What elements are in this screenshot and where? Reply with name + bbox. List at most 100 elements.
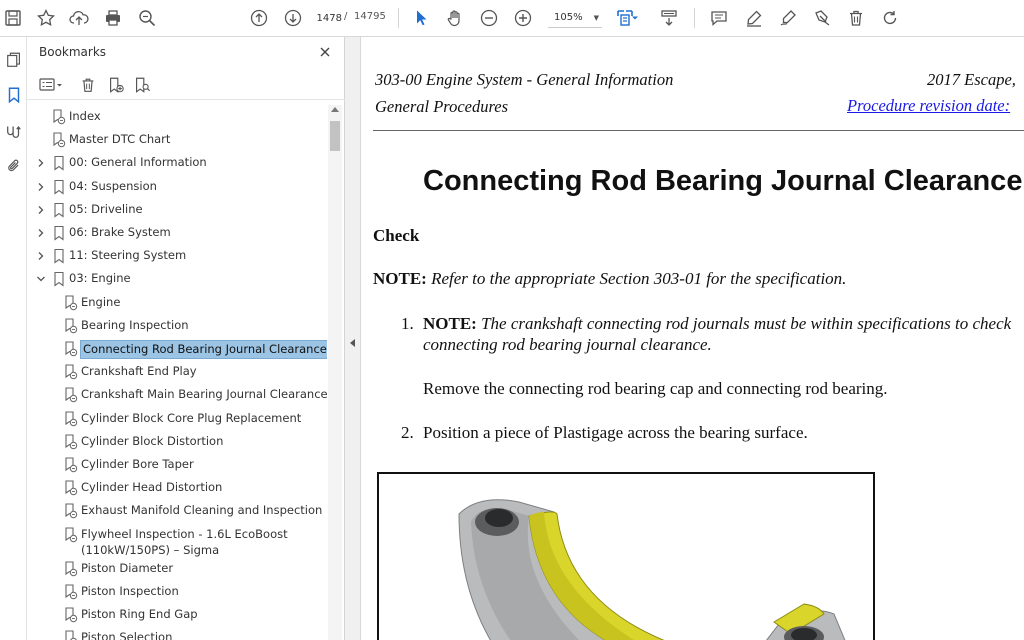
bookmark-item-selected[interactable]: Connecting Rod Bearing Journal Clearance <box>27 339 327 359</box>
navigation-rail <box>0 37 27 640</box>
page-up-icon[interactable] <box>246 6 272 30</box>
bookmark-label: Cylinder Block Distortion <box>81 433 224 448</box>
panel-collapse-handle[interactable] <box>345 37 361 640</box>
header-divider <box>373 130 1024 131</box>
document-page[interactable]: 303-00 Engine System - General Informati… <box>362 37 1024 640</box>
panel-title: Bookmarks <box>39 45 107 59</box>
stamp-icon[interactable] <box>809 6 835 30</box>
bookmark-label: 06: Brake System <box>69 225 171 239</box>
bookmark-item[interactable]: Piston Selection <box>27 628 327 640</box>
bookmark-item[interactable]: Bearing Inspection <box>27 316 327 336</box>
running-header-section: 303-00 Engine System - General Informati… <box>375 70 674 89</box>
zoom-level-dropdown[interactable]: 105% ▼ <box>548 8 602 28</box>
bookmark-item[interactable]: Cylinder Block Core Plug Replacement <box>27 409 327 429</box>
bookmark-label: Piston Diameter <box>81 560 174 575</box>
highlight-pen-icon[interactable] <box>741 6 767 30</box>
bookmark-item[interactable]: Index <box>27 107 327 127</box>
bookmark-label: Flywheel Inspection - 1.6L EcoBoost <box>81 526 288 541</box>
page-number-input[interactable] <box>314 9 342 27</box>
bookmark-item[interactable]: Crankshaft End Play <box>27 362 327 382</box>
chevron-right-icon[interactable] <box>35 157 47 169</box>
bookmark-item[interactable]: Piston Inspection <box>27 582 327 602</box>
delete-icon[interactable] <box>843 6 869 30</box>
scrollbar-thumb[interactable] <box>330 121 340 151</box>
scroll-mode-icon[interactable] <box>656 6 682 30</box>
zoom-in-icon[interactable] <box>510 6 536 30</box>
running-header-subsection: General Procedures <box>375 97 509 116</box>
bookmark-label: Crankshaft Main Bearing Journal Clearanc… <box>81 387 327 402</box>
bookmark-item[interactable]: Exhaust Manifold Cleaning and Inspection <box>27 501 327 521</box>
step-number: 1. <box>401 314 414 333</box>
bookmark-item[interactable]: Cylinder Block Distortion <box>27 432 327 452</box>
rotate-icon[interactable] <box>877 6 903 30</box>
chevron-right-icon[interactable] <box>35 250 47 262</box>
bookmark-label: Cylinder Block Core Plug Replacement <box>81 410 302 425</box>
bookmark-icon <box>52 225 66 241</box>
bookmarks-icon[interactable] <box>3 84 25 106</box>
close-icon[interactable] <box>315 42 335 62</box>
bookmark-label: Engine <box>81 294 121 309</box>
bookmark-item[interactable]: Master DTC Chart <box>27 130 327 150</box>
connecting-rod-bearing-image <box>458 499 846 640</box>
toolbar-divider <box>398 8 399 28</box>
bookmark-page-icon <box>52 132 66 148</box>
note-label: NOTE: <box>373 269 427 288</box>
bookmark-star-icon[interactable] <box>33 6 59 30</box>
revision-date-link[interactable]: Procedure revision date: <box>847 96 1010 116</box>
delete-bookmark-icon[interactable] <box>76 74 100 96</box>
bookmark-item[interactable]: Engine <box>27 293 327 313</box>
bookmark-label: 00: General Information <box>69 155 207 170</box>
bookmark-page-icon <box>64 341 78 357</box>
upload-icon[interactable] <box>66 6 92 30</box>
comment-icon[interactable] <box>706 6 732 30</box>
chevron-down-icon: ▼ <box>593 13 599 22</box>
chevron-right-icon[interactable] <box>35 204 47 216</box>
bookmark-label: 04: Suspension <box>69 178 157 193</box>
bookmark-item[interactable]: 06: Brake System <box>27 223 327 243</box>
bookmark-icon <box>52 248 66 264</box>
running-header-vehicle: 2017 Escape, <box>927 70 1016 89</box>
bookmarks-toolbar <box>27 70 345 100</box>
bookmark-item[interactable]: 03: Engine <box>27 269 327 289</box>
bookmark-item[interactable]: 00: General Information <box>27 153 327 173</box>
bookmark-item[interactable]: Cylinder Bore Taper <box>27 455 327 475</box>
pages-icon[interactable] <box>3 49 25 71</box>
bookmarks-panel: Bookmarks Index Master DTC Chart 00: Gener… <box>27 37 345 640</box>
attachments-icon[interactable] <box>3 155 25 177</box>
zoom-search-icon[interactable] <box>134 6 160 30</box>
chevron-right-icon[interactable] <box>35 181 47 193</box>
chevron-right-icon[interactable] <box>35 227 47 239</box>
bookmarks-scrollbar[interactable] <box>328 105 342 640</box>
bookmark-icon <box>52 179 66 195</box>
find-bookmark-icon[interactable] <box>130 74 154 96</box>
bookmark-label: Piston Selection <box>81 630 173 640</box>
chevron-down-icon[interactable] <box>35 273 47 285</box>
hand-icon[interactable] <box>442 6 468 30</box>
bookmark-item[interactable]: Piston Diameter <box>27 559 327 579</box>
bookmark-label: Piston Ring End Gap <box>81 607 198 621</box>
bookmark-item[interactable]: Crankshaft Main Bearing Journal Clearanc… <box>27 385 327 405</box>
bookmark-item[interactable]: 05: Driveline <box>27 200 327 220</box>
bookmark-item[interactable]: 11: Steering System <box>27 246 327 266</box>
bookmark-item[interactable]: Piston Ring End Gap <box>27 605 327 625</box>
bookmark-item[interactable]: Cylinder Head Distortion <box>27 478 327 498</box>
bookmark-item[interactable]: Flywheel Inspection - 1.6L EcoBoost (110k… <box>27 525 327 559</box>
zoom-level-value: 105% <box>554 12 583 23</box>
scroll-up-icon[interactable] <box>331 107 339 112</box>
new-bookmark-icon[interactable] <box>104 74 128 96</box>
bookmark-page-icon <box>64 480 78 496</box>
fit-page-menu-chevron-icon[interactable] <box>628 6 642 30</box>
bookmark-options-icon[interactable] <box>37 74 65 96</box>
print-icon[interactable] <box>100 6 126 30</box>
zoom-out-icon[interactable] <box>476 6 502 30</box>
save-icon[interactable] <box>0 6 26 30</box>
select-arrow-icon[interactable] <box>408 6 434 30</box>
step-number: 2. <box>401 423 414 442</box>
bookmark-item[interactable]: 04: Suspension <box>27 177 327 197</box>
step-text: Position a piece of Plastigage across th… <box>423 423 808 442</box>
signatures-icon[interactable] <box>3 120 25 142</box>
bookmark-label: Bearing Inspection <box>81 317 189 332</box>
page-down-icon[interactable] <box>280 6 306 30</box>
bookmark-label: 11: Steering System <box>69 248 187 263</box>
draw-icon[interactable] <box>775 6 801 30</box>
